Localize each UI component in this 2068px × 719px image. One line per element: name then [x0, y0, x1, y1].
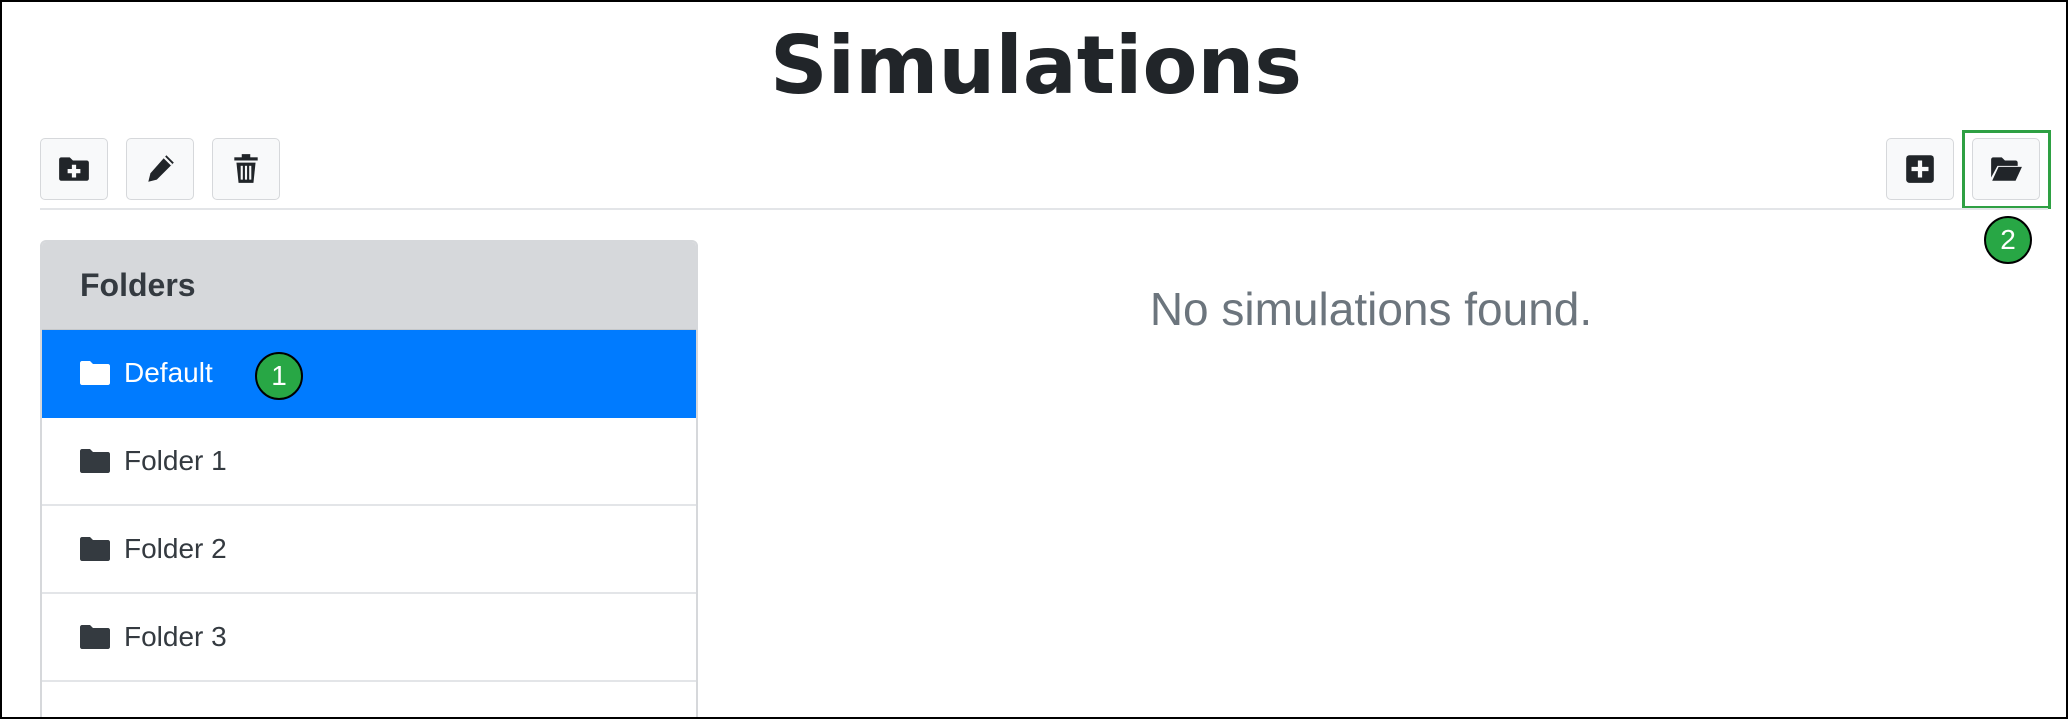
page-title: Simulations	[770, 19, 1302, 112]
folder-icon	[80, 625, 110, 649]
highlight-box	[1962, 130, 2051, 209]
new-simulation-button[interactable]	[1886, 138, 1954, 200]
rename-folder-button[interactable]	[126, 138, 194, 200]
delete-folder-button[interactable]	[212, 138, 280, 200]
folder-label: Folder 2	[124, 533, 227, 564]
folders-header: Folders	[42, 242, 696, 330]
toolbar-divider	[40, 208, 2048, 210]
folder-label: Default	[124, 357, 213, 388]
folder-item-default[interactable]: Default	[42, 330, 696, 418]
folder-plus-icon	[59, 157, 89, 181]
folder-icon	[80, 537, 110, 561]
pencil-icon	[148, 155, 174, 182]
trash-icon	[234, 154, 258, 183]
folder-label: Folder 1	[124, 445, 227, 476]
folder-item-folder-1[interactable]: Folder 1	[42, 418, 696, 506]
plus-square-icon	[1906, 155, 1934, 183]
folder-icon	[80, 361, 110, 385]
folder-icon	[80, 449, 110, 473]
empty-state-message: No simulations found.	[1149, 283, 1593, 335]
folder-item-folder-3[interactable]: Folder 3	[42, 594, 696, 682]
callout-badge-1: 1	[255, 352, 303, 400]
app-window: Simulations 2 Folders Default Folder 1 F…	[0, 0, 2068, 719]
folder-label: Folder 3	[124, 621, 227, 652]
folder-item-folder-2[interactable]: Folder 2	[42, 506, 696, 594]
callout-badge-2: 2	[1984, 216, 2032, 264]
folders-panel: Folders Default Folder 1 Folder 2 Folder…	[40, 240, 698, 717]
new-folder-button[interactable]	[40, 138, 108, 200]
